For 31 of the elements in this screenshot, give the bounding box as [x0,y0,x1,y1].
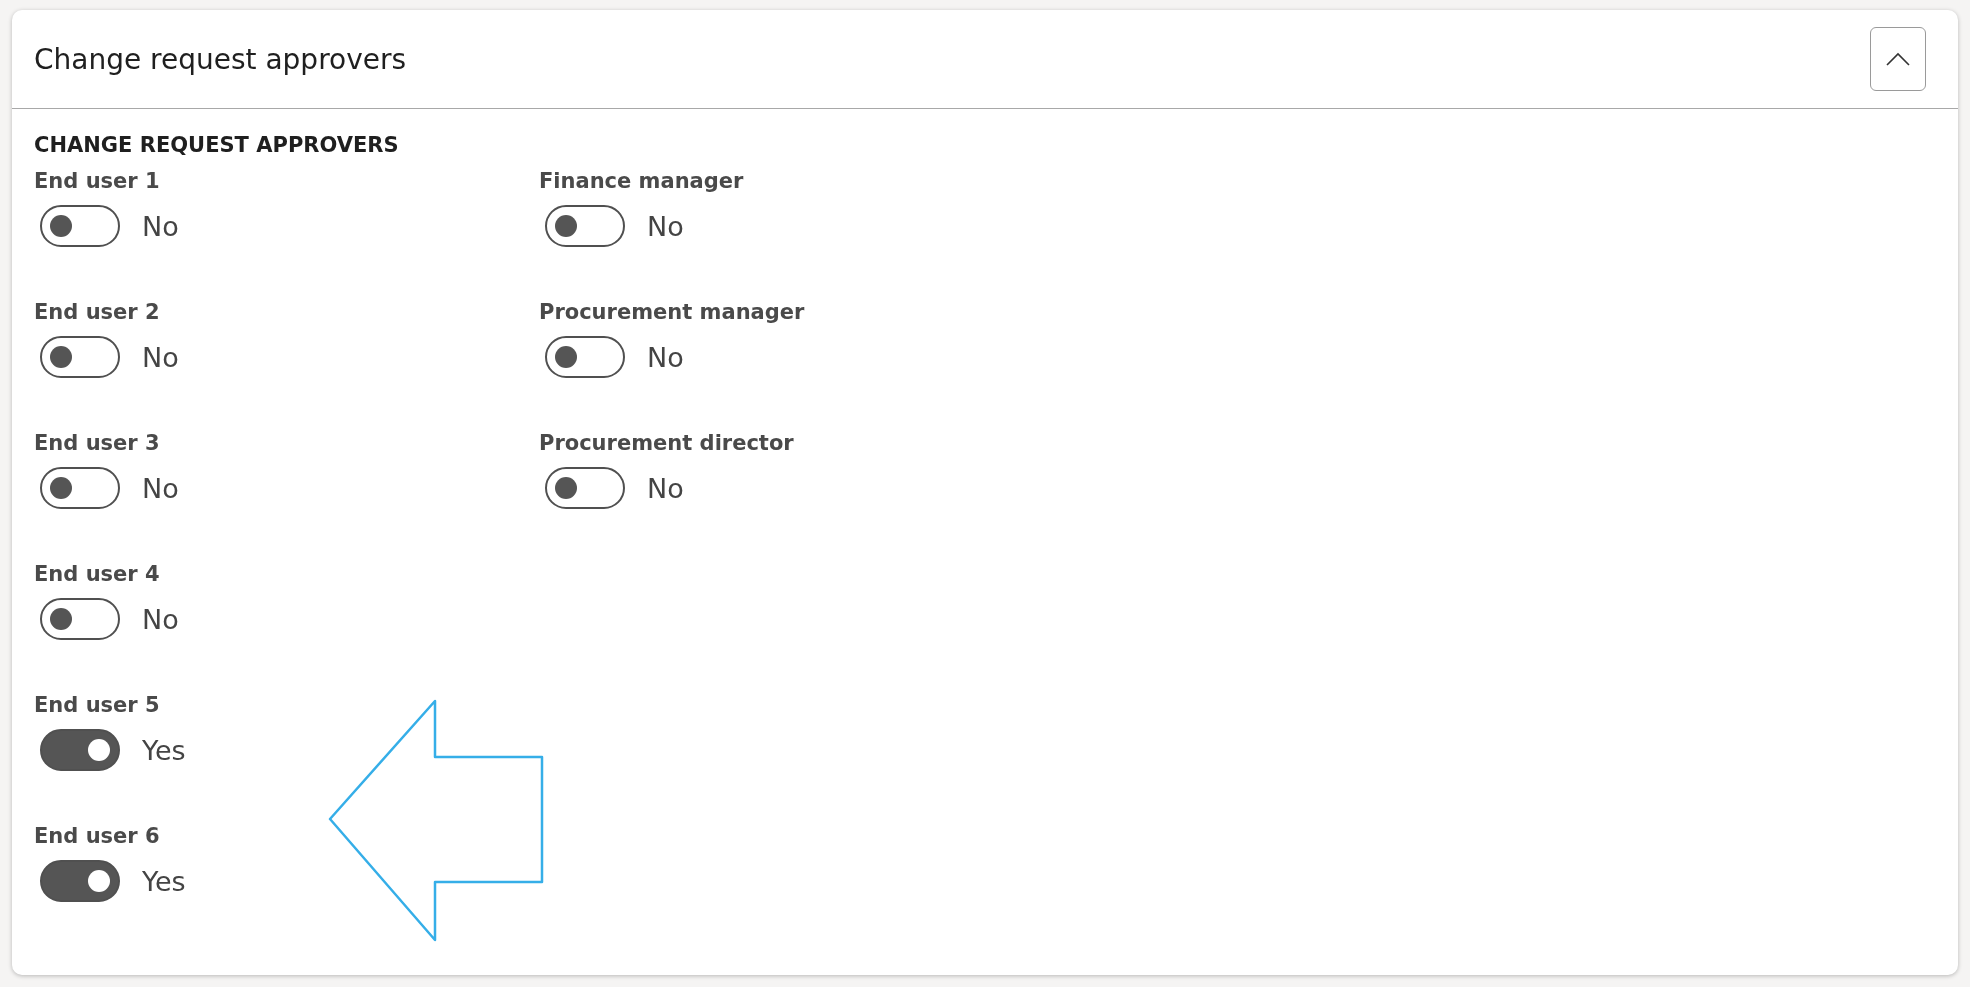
collapse-button[interactable] [1870,27,1926,91]
field-label: Procurement manager [539,300,806,324]
toggle-value: Yes [142,734,186,766]
toggle-value: No [142,603,179,635]
toggle-switch[interactable] [40,336,120,378]
toggle-switch[interactable] [40,729,120,771]
toggle-value: Yes [142,865,186,897]
field-label: End user 5 [34,693,161,717]
toggle-switch[interactable] [40,860,120,902]
field-label: Finance manager [539,169,745,193]
toggle-value: No [142,472,179,504]
toggle-value: No [647,341,684,373]
field-label: End user 4 [34,562,161,586]
toggle-value: No [142,341,179,373]
panel-title: Change request approvers [34,42,407,76]
field-label: End user 1 [34,169,161,193]
toggle-value: No [647,210,684,242]
section-heading: CHANGE REQUEST APPROVERS [34,133,400,157]
toggle-switch[interactable] [40,598,120,640]
field-label: Procurement director [539,431,795,455]
toggle-switch[interactable] [545,205,625,247]
toggle-switch[interactable] [40,467,120,509]
toggle-switch[interactable] [545,467,625,509]
field-label: End user 2 [34,300,161,324]
field-label: End user 6 [34,824,161,848]
toggle-value: No [647,472,684,504]
field-label: End user 3 [34,431,161,455]
toggle-switch[interactable] [40,205,120,247]
toggle-switch[interactable] [545,336,625,378]
toggle-value: No [142,210,179,242]
chevron-icon [1885,51,1911,67]
